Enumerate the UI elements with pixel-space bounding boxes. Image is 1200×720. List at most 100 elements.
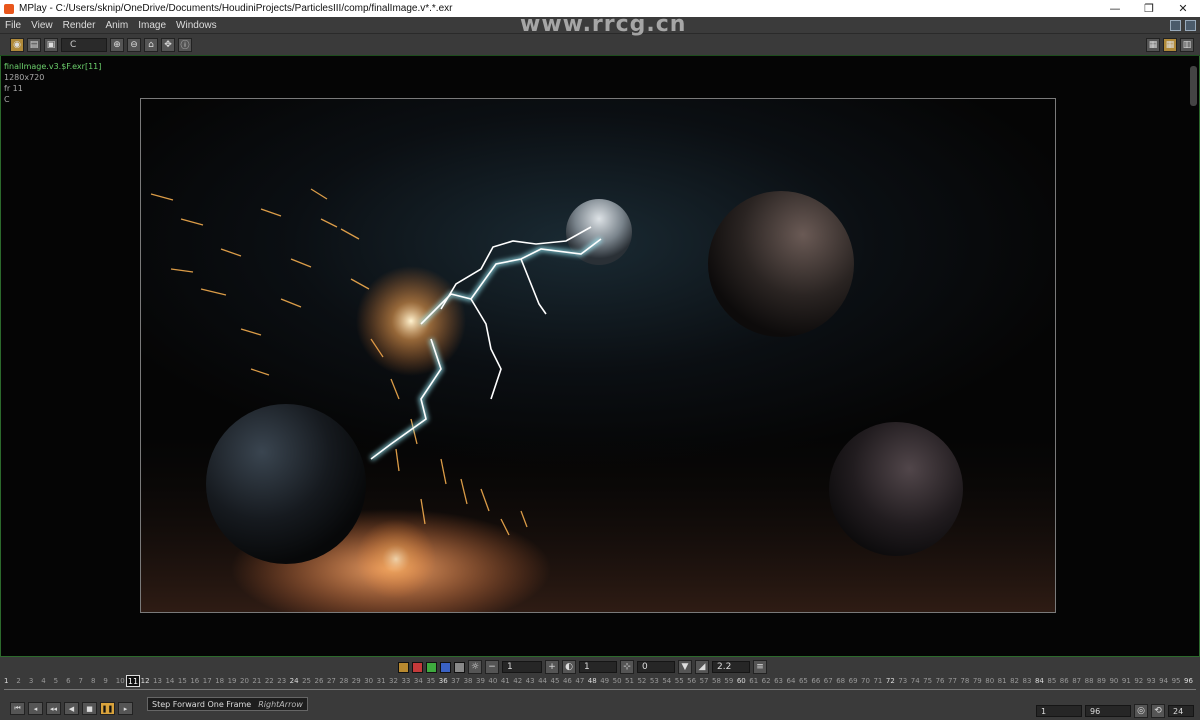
render-view-icon[interactable]: ◉ <box>10 37 24 52</box>
timeline-tick: 59 <box>724 677 734 685</box>
watermark-text: www.rrcg.cn <box>520 12 687 37</box>
image-controls: ☼ − 1 + ◐ 1 ⊹ 0 ▼ ◢ 2.2 ≡ <box>398 660 767 674</box>
display-icon[interactable]: ▣ <box>44 37 58 52</box>
menu-render[interactable]: Render <box>58 20 101 31</box>
options-icon[interactable]: ▥ <box>1180 37 1194 52</box>
timeline-tick: 18 <box>215 677 225 685</box>
stop-icon[interactable]: ■ <box>82 702 97 715</box>
color-swatch-blue[interactable] <box>440 661 451 673</box>
restore-button[interactable]: ❐ <box>1132 0 1166 17</box>
contrast-field[interactable]: 1 <box>579 661 617 673</box>
timeline-tick: 85 <box>1047 677 1057 685</box>
timeline-tick: 29 <box>351 677 361 685</box>
timeline-tick: 53 <box>649 677 659 685</box>
timeline-tick: 43 <box>525 677 535 685</box>
timeline-tick: 2 <box>16 677 21 685</box>
color-swatch-alpha[interactable] <box>454 661 465 673</box>
fps-field[interactable]: 24 <box>1168 705 1194 717</box>
minus-icon[interactable]: − <box>485 660 499 674</box>
scrollbar-thumb[interactable] <box>1190 66 1197 106</box>
channel-select[interactable]: C <box>61 37 107 52</box>
gamma-field[interactable]: 2.2 <box>712 661 750 673</box>
timeline-tick: 34 <box>413 677 423 685</box>
timeline-tick: 58 <box>712 677 721 685</box>
compare-icon[interactable]: ▤ <box>27 37 41 52</box>
menu-view[interactable]: View <box>26 20 58 31</box>
timeline-tick: 4 <box>41 677 46 685</box>
quad-view-icon[interactable]: ▦ <box>1163 37 1177 52</box>
timeline-tick: 71 <box>873 677 883 685</box>
timeline-tick: 16 <box>190 677 200 685</box>
timeline-tick: 15 <box>177 677 187 685</box>
grid-icon[interactable]: ▦ <box>1146 37 1160 52</box>
timeline-tick: 65 <box>798 677 808 685</box>
timeline-tick: 56 <box>687 677 697 685</box>
color-swatch-green[interactable] <box>426 661 437 673</box>
timeline-tick: 46 <box>562 677 572 685</box>
jump-start-icon[interactable]: ⏮ <box>10 702 25 715</box>
offset-field[interactable]: 0 <box>637 661 675 673</box>
timeline-tick: 12 <box>140 677 150 685</box>
image-viewer[interactable]: finalImage.v3.$F.exr[11] 1280x720 fr 11 … <box>0 56 1200 656</box>
info-icon[interactable]: ⓘ <box>178 37 192 52</box>
timeline-tick: 13 <box>153 677 162 685</box>
timeline-tick: 1 <box>4 677 9 685</box>
timeline-tick: 62 <box>761 677 771 685</box>
layout-single-icon[interactable] <box>1170 19 1181 31</box>
timeline-tick: 93 <box>1146 677 1156 685</box>
zoom-in-icon[interactable]: ⊕ <box>110 37 124 52</box>
step-back-icon[interactable]: ◂ <box>28 702 43 715</box>
home-icon[interactable]: ⌂ <box>144 37 158 52</box>
layout-split-icon[interactable] <box>1185 19 1196 31</box>
menu-icon[interactable]: ≡ <box>753 660 767 674</box>
timeline-tick: 27 <box>326 677 336 685</box>
timeline-tick: 68 <box>836 677 846 685</box>
lut-icon[interactable]: ▼ <box>678 660 692 674</box>
zoom-out-icon[interactable]: ⊖ <box>127 37 141 52</box>
timeline-tick: 54 <box>662 677 672 685</box>
gamma-icon[interactable]: ◢ <box>695 660 709 674</box>
pan-icon[interactable]: ✥ <box>161 37 175 52</box>
timeline-tick: 26 <box>314 677 324 685</box>
start-frame-field[interactable]: 1 <box>1036 705 1082 717</box>
render-artwork <box>141 188 1055 612</box>
timeline-tick: 42 <box>513 677 523 685</box>
timeline-tick: 33 <box>401 677 411 685</box>
menu-windows[interactable]: Windows <box>171 20 222 31</box>
timeline-tick: 14 <box>165 677 175 685</box>
color-swatch-red[interactable] <box>412 661 423 673</box>
close-button[interactable]: ✕ <box>1166 0 1200 17</box>
current-frame-marker[interactable]: 11 <box>126 675 140 687</box>
timeline-tick: 88 <box>1084 677 1094 685</box>
timeline-tick: 24 <box>289 677 299 685</box>
step-forward-icon[interactable]: ▸ <box>118 702 133 715</box>
plus-icon[interactable]: + <box>545 660 559 674</box>
tooltip-text: Step Forward One Frame <box>152 699 252 709</box>
menu-file[interactable]: File <box>0 20 26 31</box>
minimize-button[interactable]: — <box>1098 0 1132 17</box>
play-reverse-icon[interactable]: ◀ <box>64 702 79 715</box>
loop-icon[interactable]: ⟲ <box>1151 704 1165 718</box>
timeline-tick: 79 <box>972 677 982 685</box>
viewer-toolbar: ◉ ▤ ▣ C ⊕ ⊖ ⌂ ✥ ⓘ ▦ ▦ ▥ <box>0 34 1200 56</box>
pause-icon[interactable]: ❚❚ <box>100 702 115 715</box>
timeline-tick: 70 <box>861 677 870 685</box>
menu-anim[interactable]: Anim <box>100 20 133 31</box>
timeline-tick: 44 <box>538 677 548 685</box>
exposure-field[interactable]: 1 <box>502 661 542 673</box>
image-resolution: 1280x720 <box>4 73 45 82</box>
menu-image[interactable]: Image <box>133 20 171 31</box>
vertical-scrollbar[interactable] <box>1190 60 1197 650</box>
offset-icon[interactable]: ⊹ <box>620 660 634 674</box>
sun-icon[interactable]: ☼ <box>468 660 482 674</box>
timeline-tick: 55 <box>674 677 684 685</box>
realtime-icon[interactable]: ◎ <box>1134 704 1148 718</box>
end-frame-field[interactable]: 96 <box>1085 705 1131 717</box>
contrast-icon[interactable]: ◐ <box>562 660 576 674</box>
timeline-tick: 8 <box>90 677 96 685</box>
color-swatch-yellow[interactable] <box>398 661 409 673</box>
timeline-tick: 61 <box>749 677 759 685</box>
timeline-tick: 87 <box>1072 677 1082 685</box>
prev-key-icon[interactable]: ◂◂ <box>46 702 61 715</box>
timeline[interactable]: 1234567891011121314151617181920212223242… <box>4 676 1196 690</box>
